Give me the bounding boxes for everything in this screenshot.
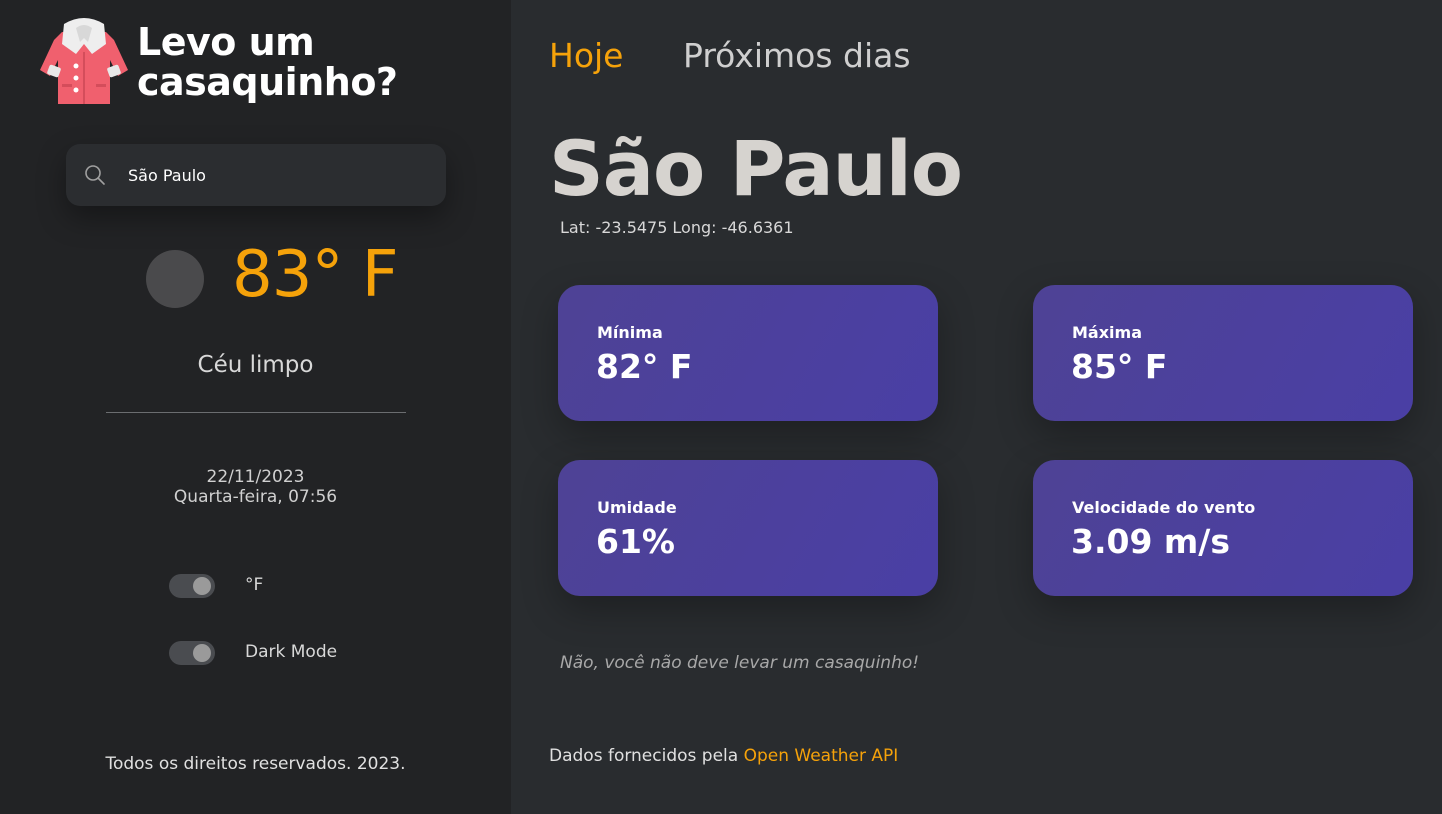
open-weather-link[interactable]: Open Weather API [744,746,899,766]
unit-toggle-label: °F [245,575,264,595]
card-maxima: Máxima 85° F [1033,285,1413,421]
dark-mode-toggle[interactable] [169,641,215,665]
card-label: Máxima [1072,323,1142,342]
copyright-text: Todos os direitos reservados. 2023. [105,754,406,774]
tab-proximos-dias[interactable]: Próximos dias [683,36,911,75]
search-box [66,144,446,206]
dark-mode-toggle-label: Dark Mode [245,642,338,662]
latitude: Lat: -23.5475 [560,218,668,237]
brand-line-2: casaquinho? [137,60,398,104]
card-umidade: Umidade 61% [558,460,938,596]
card-value: 82° F [596,347,693,386]
card-value: 61% [596,522,675,561]
toggle-knob [193,577,211,595]
current-temperature: 83° F [232,238,399,312]
data-credits: Dados fornecidos pela Open Weather API [549,746,898,766]
card-value: 3.09 m/s [1071,522,1230,561]
card-value: 85° F [1071,347,1168,386]
sidebar: Levo um casaquinho? 83° F Céu limpo 22/1… [0,0,511,814]
credits-prefix: Dados fornecidos pela [549,746,739,766]
unit-toggle[interactable] [169,574,215,598]
current-day-time: Quarta-feira, 07:56 [173,487,338,507]
tab-hoje[interactable]: Hoje [549,36,623,75]
card-label: Mínima [597,323,663,342]
longitude: Long: -46.6361 [672,218,794,237]
card-label: Velocidade do vento [1072,498,1256,517]
city-name: São Paulo [549,124,963,213]
coat-icon [36,14,132,110]
weather-condition: Céu limpo [197,352,314,378]
coordinates: Lat: -23.5475 Long: -46.6361 [560,218,794,237]
brand-line-1: Levo um [137,20,315,64]
coat-advice: Não, você não deve levar um casaquinho! [560,653,920,673]
card-label: Umidade [597,498,677,517]
current-date: 22/11/2023 [206,467,305,487]
search-input[interactable] [128,144,428,206]
clear-sky-icon [146,250,204,308]
card-velocidade-vento: Velocidade do vento 3.09 m/s [1033,460,1413,596]
brand-title: Levo um casaquinho? [137,20,398,104]
card-minima: Mínima 82° F [558,285,938,421]
search-icon [85,165,105,185]
divider [106,412,406,413]
toggle-knob [193,644,211,662]
